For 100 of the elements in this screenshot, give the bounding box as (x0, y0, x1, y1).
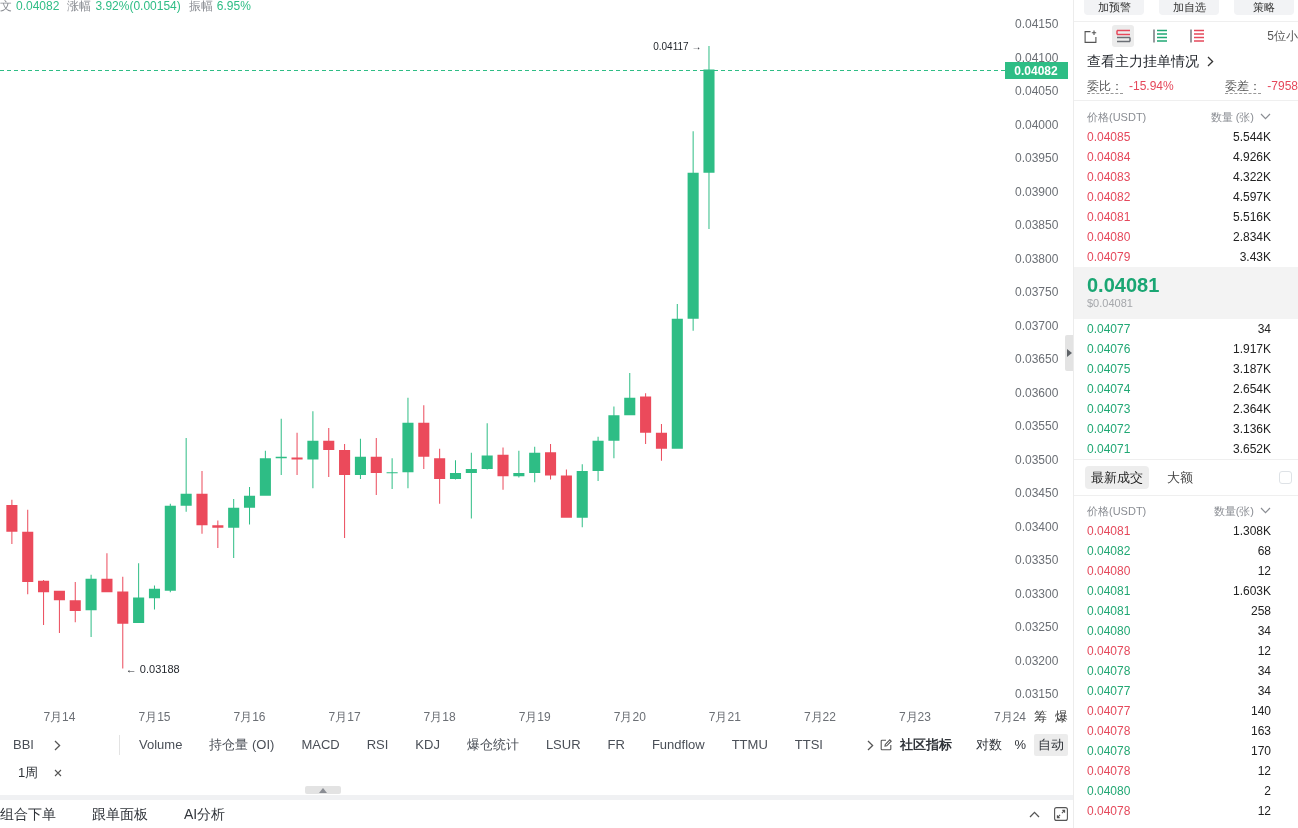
asks-book-icon (1189, 29, 1205, 43)
trade-price: 0.04078 (1087, 663, 1131, 680)
close-icon[interactable] (54, 769, 63, 777)
chevron-down-icon[interactable] (1260, 507, 1271, 515)
price-tag: 0.04082 (1005, 62, 1068, 79)
candle (545, 444, 557, 480)
indicator-tab[interactable]: FR (607, 737, 625, 753)
axis-label: 0.03650 (1015, 352, 1059, 366)
indicator-tab[interactable]: RSI (366, 737, 389, 753)
resize-handle[interactable] (305, 786, 341, 794)
chart-tool-link[interactable]: 筹 (1034, 709, 1047, 724)
ask-price: 0.04083 (1087, 169, 1131, 186)
trade-amount: 163 (1250, 723, 1271, 740)
axis-label: 0.03150 (1015, 687, 1059, 701)
indicator-tab[interactable]: TTMU (731, 737, 768, 753)
axis-label: 7月14 (43, 710, 76, 724)
ask-amount: 4.926K (1232, 149, 1271, 166)
candle (481, 423, 493, 470)
axis-label: 7月19 (518, 710, 551, 724)
candle (624, 373, 636, 416)
chart-tool-link[interactable]: 爆 (1055, 709, 1068, 724)
candle (259, 450, 271, 496)
scale-option[interactable]: 自动 (1034, 734, 1068, 756)
indicator-tab[interactable]: LSUR (545, 737, 581, 753)
trade-amount: 68 (1257, 543, 1271, 560)
axis-label: 7月21 (708, 710, 741, 724)
candle (38, 580, 50, 625)
filter-checkbox[interactable] (1279, 471, 1292, 484)
action-button[interactable]: 加自选 (1159, 0, 1219, 15)
stat-label: 委差： (1225, 78, 1262, 94)
scale-option[interactable]: 对数 (972, 734, 1007, 756)
ask-amount: 3.43K (1239, 249, 1271, 266)
column-header: 价格(USDT) (1087, 503, 1147, 519)
axis-label: 0.03850 (1015, 218, 1059, 232)
ask-amount: 4.597K (1232, 189, 1271, 206)
candle (434, 448, 446, 504)
axis-label: 0.03600 (1015, 385, 1059, 400)
candle (101, 553, 113, 593)
indicator-tab[interactable]: TTSI (794, 737, 823, 753)
chevron-right-icon (1207, 55, 1214, 67)
indicator-tab[interactable]: BBI (13, 737, 34, 753)
bid-price: 0.04072 (1087, 421, 1131, 438)
stat-value: 0.04082 (16, 0, 60, 13)
indicator-tab[interactable]: 持仓量 (OI) (209, 737, 275, 753)
bid-amount: 3.187K (1232, 361, 1271, 378)
indicator-tab[interactable]: Volume (139, 737, 183, 753)
community-indicators-link[interactable]: 社区指标 (880, 737, 953, 753)
candle (386, 458, 398, 489)
axis-label: 7月20 (613, 710, 646, 724)
expand-icon[interactable] (1054, 807, 1068, 821)
bid-price: 0.04074 (1087, 381, 1131, 398)
trade-price: 0.04081 (1087, 603, 1131, 620)
axis-label: 0.03300 (1015, 586, 1059, 601)
scale-option[interactable]: % (1010, 734, 1030, 756)
candle (418, 405, 430, 469)
bottom-tab[interactable]: 跟单面板 (92, 805, 148, 823)
candle (449, 460, 462, 480)
chevron-right-icon[interactable] (53, 739, 61, 751)
trade-amount: 140 (1250, 703, 1271, 720)
indicator-tab[interactable]: Fundflow (651, 737, 705, 753)
trade-amount: 34 (1257, 683, 1271, 700)
trade-price: 0.04078 (1087, 803, 1131, 820)
chevron-down-icon[interactable] (1260, 113, 1271, 121)
add-square-icon[interactable] (1084, 29, 1097, 43)
view-toggle[interactable] (1112, 25, 1134, 47)
bottom-tab[interactable]: 组合下单 (0, 805, 56, 823)
chevron-up-icon[interactable] (1029, 810, 1040, 818)
candle (6, 499, 18, 544)
ask-price: 0.04079 (1087, 249, 1131, 266)
bid-amount: 2.654K (1232, 381, 1271, 398)
trades-tab[interactable]: 最新成交 (1085, 466, 1149, 489)
trade-price: 0.04078 (1087, 763, 1131, 780)
trade-price: 0.04080 (1087, 783, 1131, 800)
axis-label: 0.03500 (1015, 452, 1059, 467)
candle (323, 428, 335, 477)
indicator-tab[interactable]: MACD (301, 737, 340, 753)
axis-label: 7月18 (423, 710, 456, 724)
depth-link[interactable]: 查看主力挂单情况 (1087, 50, 1214, 72)
last-price-usd: $0.04081 (1087, 296, 1134, 310)
trades-tab[interactable]: 大额 (1161, 466, 1199, 489)
bottom-tab[interactable]: AI分析 (184, 805, 226, 823)
trade-amount: 2 (1264, 783, 1271, 800)
collapse-handle[interactable] (1065, 335, 1073, 371)
precision-select[interactable]: 5位小 (1267, 27, 1298, 45)
candle (529, 446, 541, 483)
action-button[interactable]: 加预警 (1084, 0, 1144, 15)
period-tag[interactable]: 1周 (18, 763, 39, 783)
stat-label: 文 (0, 0, 12, 13)
column-header: 价格(USDT) (1087, 109, 1147, 125)
trade-amount: 12 (1257, 763, 1271, 780)
candle (148, 585, 160, 610)
action-button[interactable]: 策略 (1234, 0, 1294, 15)
bid-amount: 3.652K (1232, 441, 1271, 458)
chevron-right-icon[interactable] (867, 739, 875, 751)
candle (513, 450, 525, 478)
split-book-icon (1115, 29, 1131, 43)
indicator-tab[interactable]: KDJ (415, 737, 440, 753)
candle (85, 574, 97, 638)
indicator-tab[interactable]: 爆仓统计 (466, 737, 519, 753)
axis-label: 7月24 (994, 710, 1026, 724)
